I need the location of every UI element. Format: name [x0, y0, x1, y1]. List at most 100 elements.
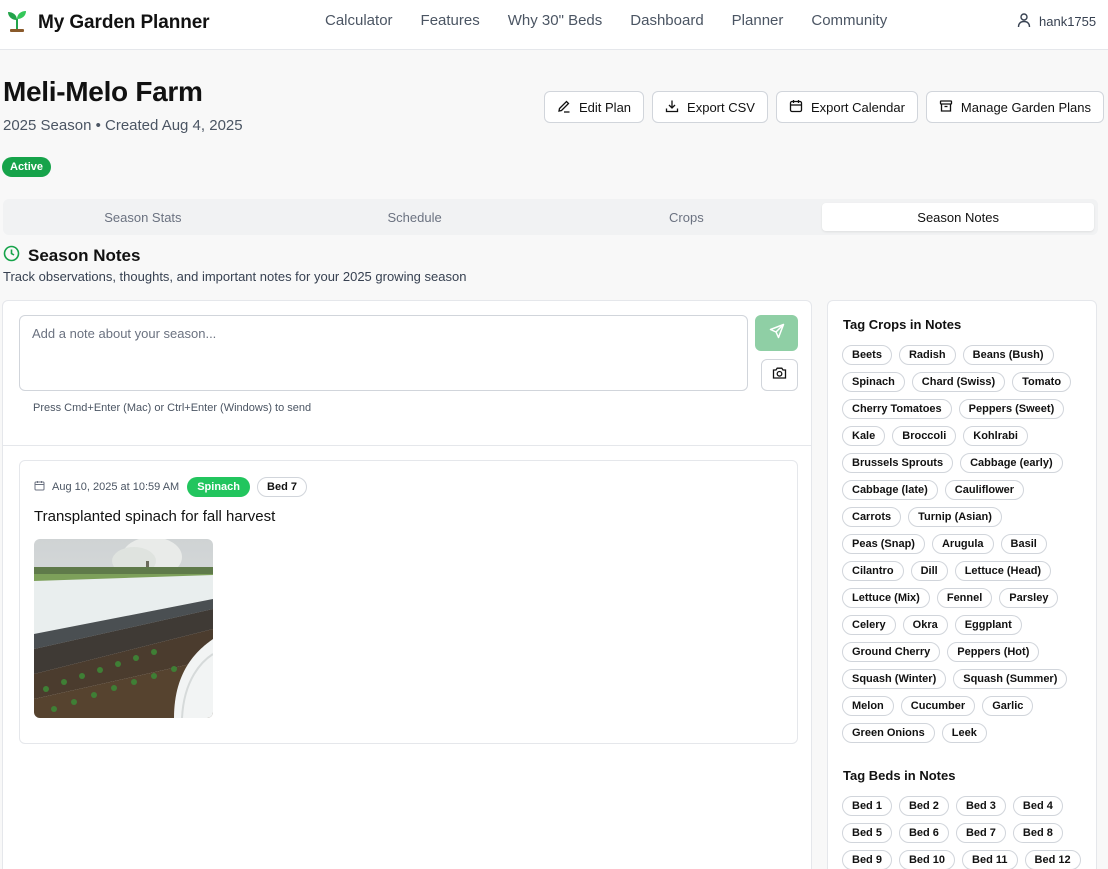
- tab-schedule[interactable]: Schedule: [279, 203, 551, 231]
- bed-tag-list: Bed 1 Bed 2 Bed 3 Bed 4 Bed 5 Bed 6 Bed 7 Bed 8…: [842, 796, 1087, 869]
- nav-link-community[interactable]: Community: [797, 12, 901, 29]
- nav-link-features[interactable]: Features: [407, 12, 494, 29]
- crop-tag-chip[interactable]: Green Onions: [842, 723, 935, 743]
- export-calendar-button[interactable]: Export Calendar: [775, 91, 918, 123]
- crop-tag-chip[interactable]: Squash (Winter): [842, 669, 947, 689]
- crop-tag-chip[interactable]: Peas (Snap): [842, 534, 925, 554]
- note-card: Aug 10, 2025 at 10:59 AM Spinach Bed 7 T…: [19, 460, 798, 744]
- brand[interactable]: My Garden Planner: [6, 8, 210, 37]
- crop-tag-chip[interactable]: Squash (Summer): [953, 669, 1068, 689]
- seedling-logo-icon: [6, 8, 28, 37]
- crop-tag-chip[interactable]: Cucumber: [900, 696, 976, 716]
- crop-tag-chip[interactable]: Lettuce (Head): [954, 561, 1052, 581]
- pencil-icon: [557, 99, 571, 116]
- crop-tag-chip[interactable]: Peppers (Sweet): [958, 399, 1065, 419]
- bed-tag-chip[interactable]: Bed 1: [842, 796, 892, 816]
- bed-tag-chip[interactable]: Bed 9: [842, 850, 892, 869]
- crop-tag-chip[interactable]: Parsley: [999, 588, 1059, 608]
- nav-links: Calculator Features Why 30" Beds Dashboa…: [311, 12, 901, 29]
- tab-season-stats[interactable]: Season Stats: [7, 203, 279, 231]
- bed-tag-chip[interactable]: Bed 5: [842, 823, 892, 843]
- crop-tag-chip[interactable]: Radish: [898, 345, 956, 365]
- nav-link-why-30-beds[interactable]: Why 30" Beds: [494, 12, 617, 29]
- crop-tag-chip[interactable]: Cherry Tomatoes: [842, 399, 952, 419]
- tab-crops[interactable]: Crops: [551, 203, 823, 231]
- camera-icon: [772, 366, 787, 385]
- top-navigation: My Garden Planner Calculator Features Wh…: [0, 0, 1108, 50]
- export-csv-button[interactable]: Export CSV: [652, 91, 768, 123]
- crop-tag-chip[interactable]: Eggplant: [954, 615, 1022, 635]
- export-calendar-label: Export Calendar: [810, 99, 905, 115]
- crop-tag-chip[interactable]: Turnip (Asian): [908, 507, 1002, 527]
- crop-tag-chip[interactable]: Okra: [902, 615, 948, 635]
- note-text: Transplanted spinach for fall harvest: [34, 508, 276, 525]
- status-badge: Active: [2, 157, 52, 177]
- bed-tag-chip[interactable]: Bed 2: [898, 796, 949, 816]
- bed-tag-chip[interactable]: Bed 4: [1012, 796, 1063, 816]
- bed-tag-chip[interactable]: Bed 7: [955, 823, 1006, 843]
- send-note-button[interactable]: [755, 315, 798, 351]
- crop-tag-chip[interactable]: Dill: [910, 561, 948, 581]
- crop-tag-chip[interactable]: Leek: [941, 723, 987, 743]
- user-menu[interactable]: hank1755: [1016, 12, 1096, 31]
- crop-tag-chip[interactable]: Cauliflower: [944, 480, 1025, 500]
- export-csv-label: Export CSV: [687, 99, 755, 115]
- crop-tag-chip[interactable]: Arugula: [931, 534, 994, 554]
- note-meta: Aug 10, 2025 at 10:59 AM Spinach Bed 7: [34, 477, 307, 497]
- crop-tag-chip[interactable]: Tomato: [1012, 372, 1072, 392]
- crop-tag-chip[interactable]: Fennel: [936, 588, 993, 608]
- crop-tag-list: Beets Radish Beans (Bush) Spinach Chard (Swi…: [842, 345, 1087, 743]
- bed-tag-chip[interactable]: Bed 8: [1012, 823, 1063, 843]
- crop-tag-chip[interactable]: Melon: [842, 696, 894, 716]
- username: hank1755: [1039, 14, 1097, 29]
- bed-tag-chip[interactable]: Bed 6: [898, 823, 949, 843]
- crop-tag-chip[interactable]: Celery: [842, 615, 896, 635]
- bed-tag-chip[interactable]: Bed 10: [898, 850, 956, 869]
- tag-beds-title: Tag Beds in Notes: [843, 768, 956, 783]
- attach-photo-button[interactable]: [761, 359, 798, 391]
- crop-tag-chip[interactable]: Cilantro: [842, 561, 904, 581]
- archive-icon: [939, 99, 953, 116]
- crop-tag-chip[interactable]: Garlic: [982, 696, 1034, 716]
- crop-tag-chip[interactable]: Broccoli: [892, 426, 957, 446]
- download-icon: [665, 99, 679, 116]
- bed-tag-chip[interactable]: Bed 3: [955, 796, 1006, 816]
- crop-tag-chip[interactable]: Kale: [842, 426, 886, 446]
- crop-tag-chip[interactable]: Brussels Sprouts: [842, 453, 954, 473]
- bed-tag-chip[interactable]: Bed 12: [1024, 850, 1081, 869]
- bed-tag-chip[interactable]: Bed 11: [962, 850, 1018, 869]
- section-title: Season Notes: [28, 246, 141, 265]
- crop-tag-chip[interactable]: Kohlrabi: [963, 426, 1028, 446]
- crop-tag-chip[interactable]: Peppers (Hot): [947, 642, 1040, 662]
- edit-plan-button[interactable]: Edit Plan: [544, 91, 645, 123]
- note-timestamp: Aug 10, 2025 at 10:59 AM: [52, 481, 180, 493]
- nav-link-calculator[interactable]: Calculator: [311, 12, 407, 29]
- crop-tag-chip[interactable]: Carrots: [842, 507, 902, 527]
- tag-crops-title: Tag Crops in Notes: [843, 317, 962, 332]
- nav-link-planner[interactable]: Planner: [718, 12, 798, 29]
- crop-tag-chip[interactable]: Basil: [1000, 534, 1047, 554]
- calendar-icon: [789, 99, 803, 116]
- send-shortcut-hint: Press Cmd+Enter (Mac) or Ctrl+Enter (Win…: [33, 402, 312, 414]
- manage-garden-plans-button[interactable]: Manage Garden Plans: [925, 91, 1105, 123]
- note-photo[interactable]: [34, 539, 213, 718]
- crop-tag-chip[interactable]: Cabbage (late): [842, 480, 938, 500]
- section-description: Track observations, thoughts, and import…: [3, 269, 467, 284]
- nav-link-dashboard[interactable]: Dashboard: [616, 12, 717, 29]
- tab-bar: Season Stats Schedule Crops Season Notes: [3, 199, 1098, 235]
- crop-tag-chip[interactable]: Beans (Bush): [962, 345, 1054, 365]
- note-crop-tag: Spinach: [187, 477, 251, 497]
- edit-plan-label: Edit Plan: [579, 99, 632, 115]
- tab-season-notes[interactable]: Season Notes: [822, 203, 1094, 231]
- crop-tag-chip[interactable]: Beets: [842, 345, 892, 365]
- crop-tag-chip[interactable]: Lettuce (Mix): [842, 588, 930, 608]
- brand-title: My Garden Planner: [38, 11, 210, 33]
- user-icon: [1016, 12, 1032, 31]
- crop-tag-chip[interactable]: Chard (Swiss): [911, 372, 1006, 392]
- plan-subtitle: 2025 Season • Created Aug 4, 2025: [3, 117, 243, 134]
- note-input[interactable]: [19, 315, 748, 391]
- crop-tag-chip[interactable]: Spinach: [842, 372, 905, 392]
- plan-actions: Edit Plan Export CSV Export Calendar Man…: [544, 91, 1105, 123]
- crop-tag-chip[interactable]: Ground Cherry: [842, 642, 941, 662]
- crop-tag-chip[interactable]: Cabbage (early): [960, 453, 1063, 473]
